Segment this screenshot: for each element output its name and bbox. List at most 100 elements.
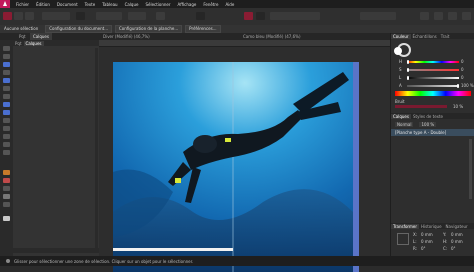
settings-icon[interactable] bbox=[448, 12, 457, 20]
noise-label: Bruit bbox=[395, 99, 405, 104]
spread-setup-button[interactable]: Configuration de la planche... bbox=[115, 25, 183, 33]
tab-swatches[interactable]: Échantillons bbox=[411, 34, 439, 39]
color-spectrum[interactable] bbox=[395, 91, 471, 96]
fill-tool-icon[interactable] bbox=[3, 170, 10, 175]
pages-search[interactable]: Rechercher bbox=[13, 248, 99, 264]
tab-blue-camo-document[interactable]: Camo bleu (Modifié) (47,6%) bbox=[240, 33, 304, 40]
menu-layer[interactable]: Calque bbox=[125, 2, 139, 7]
noise-slider[interactable] bbox=[395, 105, 447, 108]
saturation-value[interactable]: 0 bbox=[461, 67, 464, 72]
transform-r-field[interactable]: 0° bbox=[421, 246, 426, 251]
insert-frame-icon[interactable] bbox=[196, 12, 205, 20]
picture-frame-tool-icon[interactable] bbox=[3, 102, 10, 107]
menu-file[interactable]: Fichier bbox=[16, 2, 29, 7]
tab-layers-panel[interactable]: Calques bbox=[23, 40, 44, 46]
view-mode-group[interactable] bbox=[42, 12, 70, 20]
place-image-tool-icon[interactable] bbox=[3, 150, 10, 155]
tab-transform[interactable]: Transformer bbox=[391, 223, 420, 229]
transform-panel-tabs: Transformer Historique Navigateur bbox=[391, 223, 474, 229]
node-tool-icon[interactable] bbox=[3, 54, 10, 59]
pages-panel-header: Pqt Calques bbox=[13, 40, 99, 46]
transform-w-field[interactable]: 0 mm bbox=[421, 239, 433, 244]
tab-layers[interactable]: Calques bbox=[30, 33, 52, 40]
persona-photo-icon[interactable] bbox=[14, 12, 23, 20]
tab-history[interactable]: Historique bbox=[419, 224, 444, 229]
bleed-guide bbox=[353, 62, 359, 272]
menu-text[interactable]: Texte bbox=[85, 2, 96, 7]
noise-value[interactable]: 10 % bbox=[453, 104, 463, 109]
user-icon[interactable] bbox=[434, 12, 443, 20]
tab-color[interactable]: Couleur bbox=[391, 33, 411, 39]
pencil-tool-icon[interactable] bbox=[3, 94, 10, 99]
preferences-button[interactable]: Préférences... bbox=[185, 25, 221, 33]
main-toolbar bbox=[0, 8, 474, 26]
color-swatches-icon[interactable] bbox=[3, 216, 10, 221]
insert-image-icon[interactable] bbox=[244, 12, 253, 20]
tab-pages[interactable]: Pqt bbox=[16, 33, 29, 40]
menu-edit[interactable]: Édition bbox=[36, 2, 50, 7]
menu-help[interactable]: Aide bbox=[225, 2, 234, 7]
anchor-point-icon[interactable] bbox=[397, 233, 409, 245]
zoom-tool-icon[interactable] bbox=[3, 202, 10, 207]
alpha-value[interactable]: 100 % bbox=[461, 83, 474, 88]
lightness-label: L bbox=[399, 75, 402, 80]
menu-table[interactable]: Tableau bbox=[102, 2, 117, 7]
transform-y-field[interactable]: 0 mm bbox=[451, 232, 463, 237]
transform-y-label: Y: bbox=[443, 232, 447, 237]
persona-designer-icon[interactable] bbox=[25, 12, 34, 20]
tab-text-styles[interactable]: Styles de texte bbox=[411, 114, 445, 119]
color-picker-tool-icon[interactable] bbox=[3, 186, 10, 191]
view-tool-icon[interactable] bbox=[3, 194, 10, 199]
saturation-slider[interactable] bbox=[407, 68, 459, 72]
menu-document[interactable]: Document bbox=[57, 2, 78, 7]
diver-photo[interactable] bbox=[113, 62, 353, 272]
lightness-slider[interactable] bbox=[407, 76, 459, 80]
ellipse-tool-icon[interactable] bbox=[3, 126, 10, 131]
menu-view[interactable]: Affichage bbox=[178, 2, 197, 7]
hue-value[interactable]: 0 bbox=[461, 59, 464, 64]
tab-navigator[interactable]: Navigateur bbox=[444, 224, 470, 229]
tab-pages-panel[interactable]: Pqt bbox=[13, 41, 24, 46]
menu-select[interactable]: Sélectionner bbox=[145, 2, 170, 7]
tab-diver-document[interactable]: Diver (Modifié) (46,7%) bbox=[100, 33, 153, 40]
transform-s-field[interactable]: 0° bbox=[451, 246, 456, 251]
pages-scrollbar[interactable] bbox=[95, 48, 98, 253]
frame-text-tool-icon[interactable] bbox=[3, 62, 10, 67]
transparency-tool-icon[interactable] bbox=[3, 178, 10, 183]
artistic-text-tool-icon[interactable] bbox=[3, 70, 10, 75]
persona-publisher-icon[interactable] bbox=[3, 12, 12, 20]
text-frame-icon[interactable] bbox=[256, 12, 265, 20]
page-controls-group[interactable] bbox=[96, 12, 122, 20]
document-setup-button[interactable]: Configuration du document... bbox=[45, 25, 113, 33]
tab-layers-right[interactable]: Calques bbox=[391, 113, 411, 119]
shape-frame-tool-icon[interactable] bbox=[3, 110, 10, 115]
snapping-icon[interactable] bbox=[156, 12, 165, 20]
layer-opacity[interactable]: 100 % bbox=[419, 122, 437, 127]
arrange-controls-group[interactable] bbox=[360, 12, 396, 20]
table-tool-icon[interactable] bbox=[3, 78, 10, 83]
alpha-slider[interactable] bbox=[407, 84, 459, 88]
lightness-value[interactable]: 0 bbox=[461, 75, 464, 80]
canvas-area[interactable] bbox=[99, 40, 390, 272]
layer-row[interactable]: [Planche type A - Double] bbox=[391, 129, 474, 136]
blend-mode-select[interactable]: Normal bbox=[395, 122, 414, 127]
pen-tool-icon[interactable] bbox=[3, 86, 10, 91]
transform-h-field[interactable]: 0 mm bbox=[451, 239, 463, 244]
rectangle-tool-icon[interactable] bbox=[3, 118, 10, 123]
transform-x-field[interactable]: 0 mm bbox=[421, 232, 433, 237]
cloud-icon[interactable] bbox=[420, 12, 429, 20]
zoom-controls-group[interactable] bbox=[128, 12, 146, 20]
menu-window[interactable]: Fenêtre bbox=[203, 2, 218, 7]
layers-scrollbar[interactable] bbox=[469, 139, 472, 199]
next-spread-edge bbox=[113, 248, 233, 251]
hue-slider[interactable] bbox=[407, 60, 459, 64]
fill-color-well[interactable] bbox=[394, 47, 402, 55]
triangle-tool-icon[interactable] bbox=[3, 134, 10, 139]
polygon-tool-icon[interactable] bbox=[3, 142, 10, 147]
move-tool-icon[interactable] bbox=[3, 46, 10, 51]
pages-panel: Pqt Calques Rechercher bbox=[13, 40, 99, 264]
tab-stroke[interactable]: Trait bbox=[439, 34, 452, 39]
help-icon[interactable] bbox=[462, 12, 471, 20]
preflight-icon[interactable] bbox=[76, 12, 85, 20]
transform-controls-group[interactable] bbox=[270, 12, 320, 20]
